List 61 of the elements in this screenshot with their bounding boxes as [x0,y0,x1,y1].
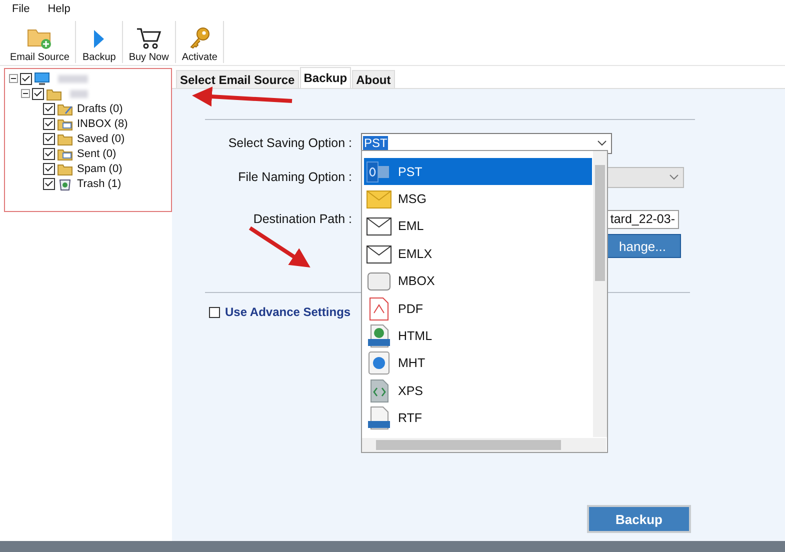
tab[interactable]: Backup [300,67,352,88]
menu-item[interactable]: File [12,3,30,15]
cart-icon [136,26,162,50]
horizontal-scrollbar[interactable] [362,438,606,452]
tree-checkbox[interactable] [43,148,55,160]
format-option[interactable]: MSG [364,185,592,213]
html-file-icon [366,324,392,348]
collapse-icon[interactable] [21,89,30,98]
tree-checkbox[interactable] [43,132,55,144]
chevron-down-icon [669,174,679,180]
toolbar-button[interactable]: Activate [176,21,224,63]
folder-icon [46,86,62,100]
field-label: File Naming Option : [237,170,353,184]
tab[interactable]: About [352,70,395,88]
format-option[interactable]: XPS [364,377,592,405]
field-label: Select Saving Option : [227,136,353,150]
format-option[interactable]: MBOX [364,268,592,295]
field-label: Destination Path : [252,212,353,226]
folder-label[interactable]: Sent (0) [77,148,116,160]
collapse-icon[interactable] [9,74,18,83]
folder-label[interactable]: Spam (0) [77,162,122,174]
blurred-label [58,74,88,82]
trash-icon [57,176,73,190]
rtf-file-icon [366,406,392,430]
chevron-down-icon [597,140,607,146]
folder-icon [57,132,73,146]
format-option[interactable]: PDF [364,294,592,322]
tree-checkbox[interactable] [43,178,55,190]
folder-label[interactable]: INBOX (8) [77,118,128,130]
checkbox[interactable] [209,306,220,318]
folder-envelope-icon [57,116,73,130]
play-icon [92,28,106,50]
tree-checkbox[interactable] [43,118,55,130]
folder-label[interactable]: Saved (0) [77,132,125,144]
folder-envelope-icon [57,146,73,160]
key-icon [188,26,212,50]
menu-item[interactable]: Help [48,3,70,15]
folder-label[interactable]: Trash (1) [77,178,122,190]
tree-checkbox[interactable] [43,162,55,174]
arrow-drawing [248,226,310,268]
mht-file-icon [366,351,392,376]
advanced-settings-label[interactable]: Use Advance Settings [225,305,351,319]
format-option[interactable]: MHT [364,350,592,378]
format-option[interactable]: PST [364,158,592,186]
tree-checkbox[interactable] [32,88,44,100]
toolbar-button[interactable]: Buy Now [122,21,176,63]
blurred-label [70,90,88,98]
format-option[interactable]: RTF [364,404,592,432]
pst-file-icon [366,160,392,184]
folder-icon [57,162,73,176]
folder-pencil-icon [57,102,73,116]
backup-button[interactable]: Backup [587,505,691,533]
tree-checkbox[interactable] [20,72,32,84]
folder-label[interactable]: Drafts (0) [77,102,123,114]
vertical-scrollbar[interactable] [593,151,607,437]
tree-checkbox[interactable] [43,102,55,114]
toolbar-button[interactable]: Email Source [4,21,76,63]
computer-icon [34,72,50,86]
format-option[interactable]: HTML [364,322,592,350]
tab[interactable]: Select Email Source [176,70,299,88]
toolbar-button[interactable]: Backup [76,21,123,63]
